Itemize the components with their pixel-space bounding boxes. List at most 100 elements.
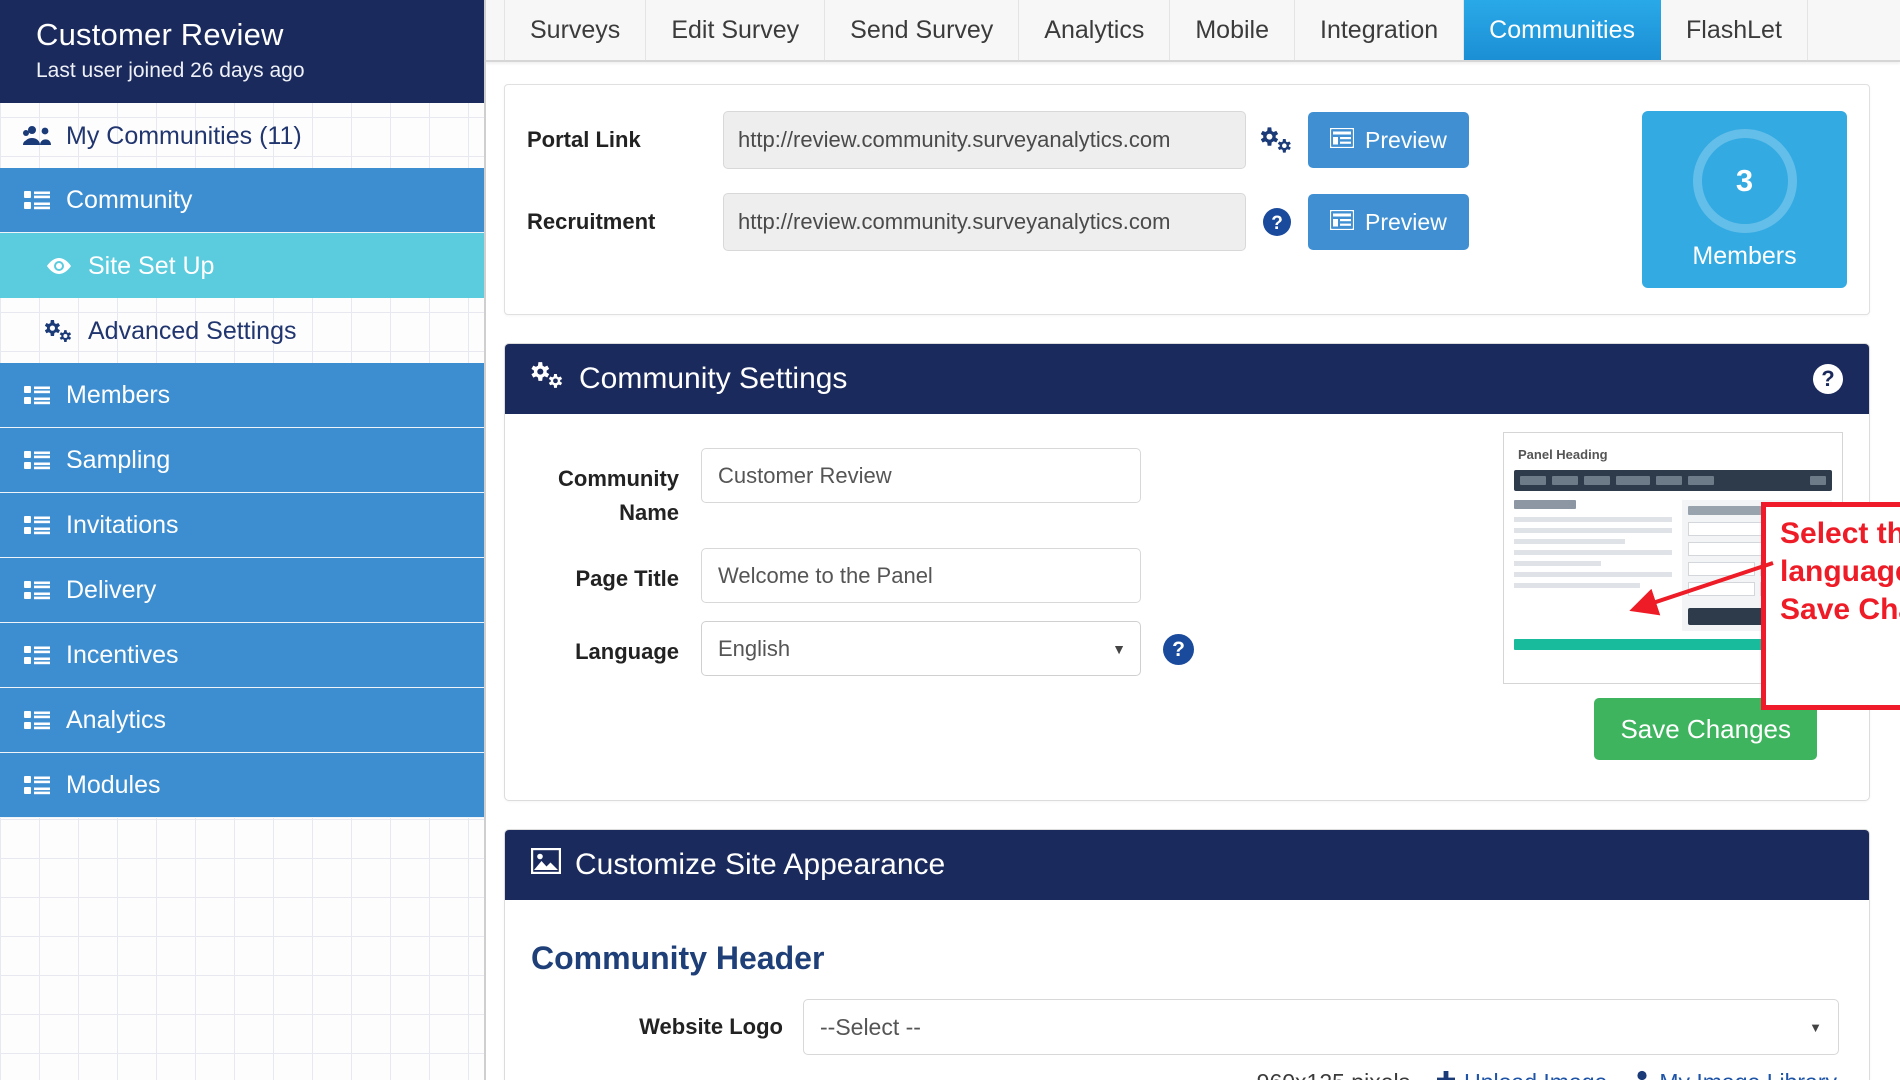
customize-appearance-body: Community Header Website Logo --Select -… — [505, 900, 1869, 1080]
language-row: Language English ▼ ? — [531, 621, 1561, 676]
community-header-section-title: Community Header — [531, 940, 1843, 977]
upload-image-link[interactable]: Upload Image — [1436, 1069, 1607, 1080]
save-row: Save Changes — [531, 694, 1843, 766]
members-widget-label: Members — [1692, 242, 1796, 271]
tab-label: Integration — [1320, 16, 1438, 45]
members-widget-wrap: 3 Members — [1614, 111, 1847, 288]
website-logo-label: Website Logo — [531, 1014, 803, 1040]
customize-site-appearance-panel: Customize Site Appearance Community Head… — [504, 829, 1870, 1080]
sidebar-item-advanced-settings[interactable]: Advanced Settings — [0, 298, 484, 363]
language-question-circle-icon[interactable]: ? — [1163, 634, 1194, 665]
last-user-joined: Last user joined 26 days ago — [36, 57, 484, 85]
app-root: Customer Review Last user joined 26 days… — [0, 0, 1900, 1080]
tab-integration[interactable]: Integration — [1295, 0, 1464, 60]
user-icon — [1633, 1069, 1651, 1080]
sidebar-item-label: My Communities (11) — [66, 122, 302, 150]
my-image-library-link[interactable]: My Image Library — [1633, 1069, 1837, 1080]
portal-preview-button[interactable]: Preview — [1308, 112, 1469, 168]
tab-label: Communities — [1489, 16, 1635, 45]
sidebar-item-analytics[interactable]: Analytics — [0, 688, 484, 753]
tab-label: FlashLet — [1686, 16, 1782, 45]
recruitment-input[interactable]: http://review.community.surveyanalytics.… — [723, 193, 1246, 251]
portal-link-label: Portal Link — [527, 127, 723, 153]
annotation-text: Select the language from this language d… — [1780, 515, 1900, 629]
image-icon — [531, 848, 561, 882]
sidebar-item-my-communities[interactable]: My Communities (11) — [0, 103, 484, 168]
page-title-input[interactable]: Welcome to the Panel — [701, 548, 1141, 603]
plus-icon — [1436, 1069, 1456, 1080]
portal-gears-icon[interactable] — [1246, 126, 1308, 154]
members-count: 3 — [1693, 129, 1797, 233]
sidebar-item-site-set-up[interactable]: Site Set Up — [0, 233, 484, 298]
tab-label: Analytics — [1044, 16, 1144, 45]
sidebar-item-label: Site Set Up — [88, 252, 214, 280]
tab-surveys[interactable]: Surveys — [504, 0, 646, 60]
tab-label: Mobile — [1195, 16, 1269, 45]
portal-link-row: Portal Link http://review.community.surv… — [527, 111, 1614, 169]
page-title-row: Page Title Welcome to the Panel — [531, 548, 1561, 603]
tab-communities[interactable]: Communities — [1464, 0, 1661, 60]
community-title: Customer Review — [36, 16, 484, 54]
language-selected-value: English — [718, 636, 790, 662]
list-icon — [22, 645, 52, 665]
sidebar-item-sampling[interactable]: Sampling — [0, 428, 484, 493]
preview-button-label: Preview — [1365, 209, 1447, 236]
recruitment-row: Recruitment http://review.community.surv… — [527, 193, 1614, 251]
members-widget[interactable]: 3 Members — [1642, 111, 1847, 288]
list-icon — [22, 710, 52, 730]
community-name-row: Community Name Customer Review — [531, 448, 1561, 530]
annotation-arrow — [1621, 555, 1781, 635]
theme-preview-nav — [1514, 470, 1832, 491]
sidebar-header: Customer Review Last user joined 26 days… — [0, 0, 484, 103]
community-name-input[interactable]: Customer Review — [701, 448, 1141, 503]
sidebar-item-invitations[interactable]: Invitations — [0, 493, 484, 558]
settings-left-column: Community Name Customer Review Page Titl… — [531, 448, 1561, 694]
page-title-label: Page Title — [531, 548, 701, 596]
window-icon — [1330, 209, 1354, 236]
sidebar-item-label: Community — [66, 186, 192, 214]
website-logo-row: Website Logo --Select -- ▼ — [531, 999, 1843, 1055]
list-icon — [22, 580, 52, 600]
community-name-label: Community Name — [531, 448, 701, 530]
tab-mobile[interactable]: Mobile — [1170, 0, 1295, 60]
chevron-down-icon: ▼ — [1809, 1020, 1822, 1035]
customize-appearance-header: Customize Site Appearance — [505, 830, 1869, 900]
sidebar-item-incentives[interactable]: Incentives — [0, 623, 484, 688]
gears-icon — [531, 361, 565, 397]
website-logo-selected-value: --Select -- — [820, 1014, 921, 1041]
sidebar-item-label: Delivery — [66, 576, 156, 604]
eye-icon — [44, 257, 74, 275]
tab-analytics[interactable]: Analytics — [1019, 0, 1170, 60]
annotation-callout: Select the language from this language d… — [1761, 502, 1900, 710]
tab-send-survey[interactable]: Send Survey — [825, 0, 1019, 60]
main-area: Surveys Edit Survey Send Survey Analytic… — [486, 0, 1900, 1080]
sidebar-item-modules[interactable]: Modules — [0, 753, 484, 818]
sidebar-item-label: Modules — [66, 771, 161, 799]
panel-title: Community Settings — [579, 362, 847, 396]
language-dropdown[interactable]: English ▼ — [701, 621, 1141, 676]
list-icon — [22, 450, 52, 470]
question-circle-icon[interactable]: ? — [1813, 364, 1843, 394]
users-icon — [22, 125, 52, 147]
list-icon — [22, 385, 52, 405]
tab-label: Surveys — [530, 16, 620, 45]
sidebar-item-members[interactable]: Members — [0, 363, 484, 428]
sidebar-item-community[interactable]: Community — [0, 168, 484, 233]
tab-edit-survey[interactable]: Edit Survey — [646, 0, 825, 60]
sidebar-item-label: Sampling — [66, 446, 170, 474]
sidebar-item-label: Advanced Settings — [88, 317, 296, 345]
sidebar-item-label: Incentives — [66, 641, 179, 669]
recruitment-preview-button[interactable]: Preview — [1308, 194, 1469, 250]
recruitment-label: Recruitment — [527, 209, 723, 235]
top-nav: Surveys Edit Survey Send Survey Analytic… — [486, 0, 1900, 62]
recruitment-question-circle-icon[interactable]: ? — [1246, 206, 1308, 238]
sidebar-item-delivery[interactable]: Delivery — [0, 558, 484, 623]
language-label: Language — [531, 621, 701, 669]
website-logo-dropdown[interactable]: --Select -- ▼ — [803, 999, 1839, 1055]
sidebar-item-label: Invitations — [66, 511, 179, 539]
tab-flashlet[interactable]: FlashLet — [1661, 0, 1808, 60]
sidebar: Customer Review Last user joined 26 days… — [0, 0, 486, 1080]
portal-link-input[interactable]: http://review.community.surveyanalytics.… — [723, 111, 1246, 169]
tab-label: Edit Survey — [671, 16, 799, 45]
tab-label: Send Survey — [850, 16, 993, 45]
